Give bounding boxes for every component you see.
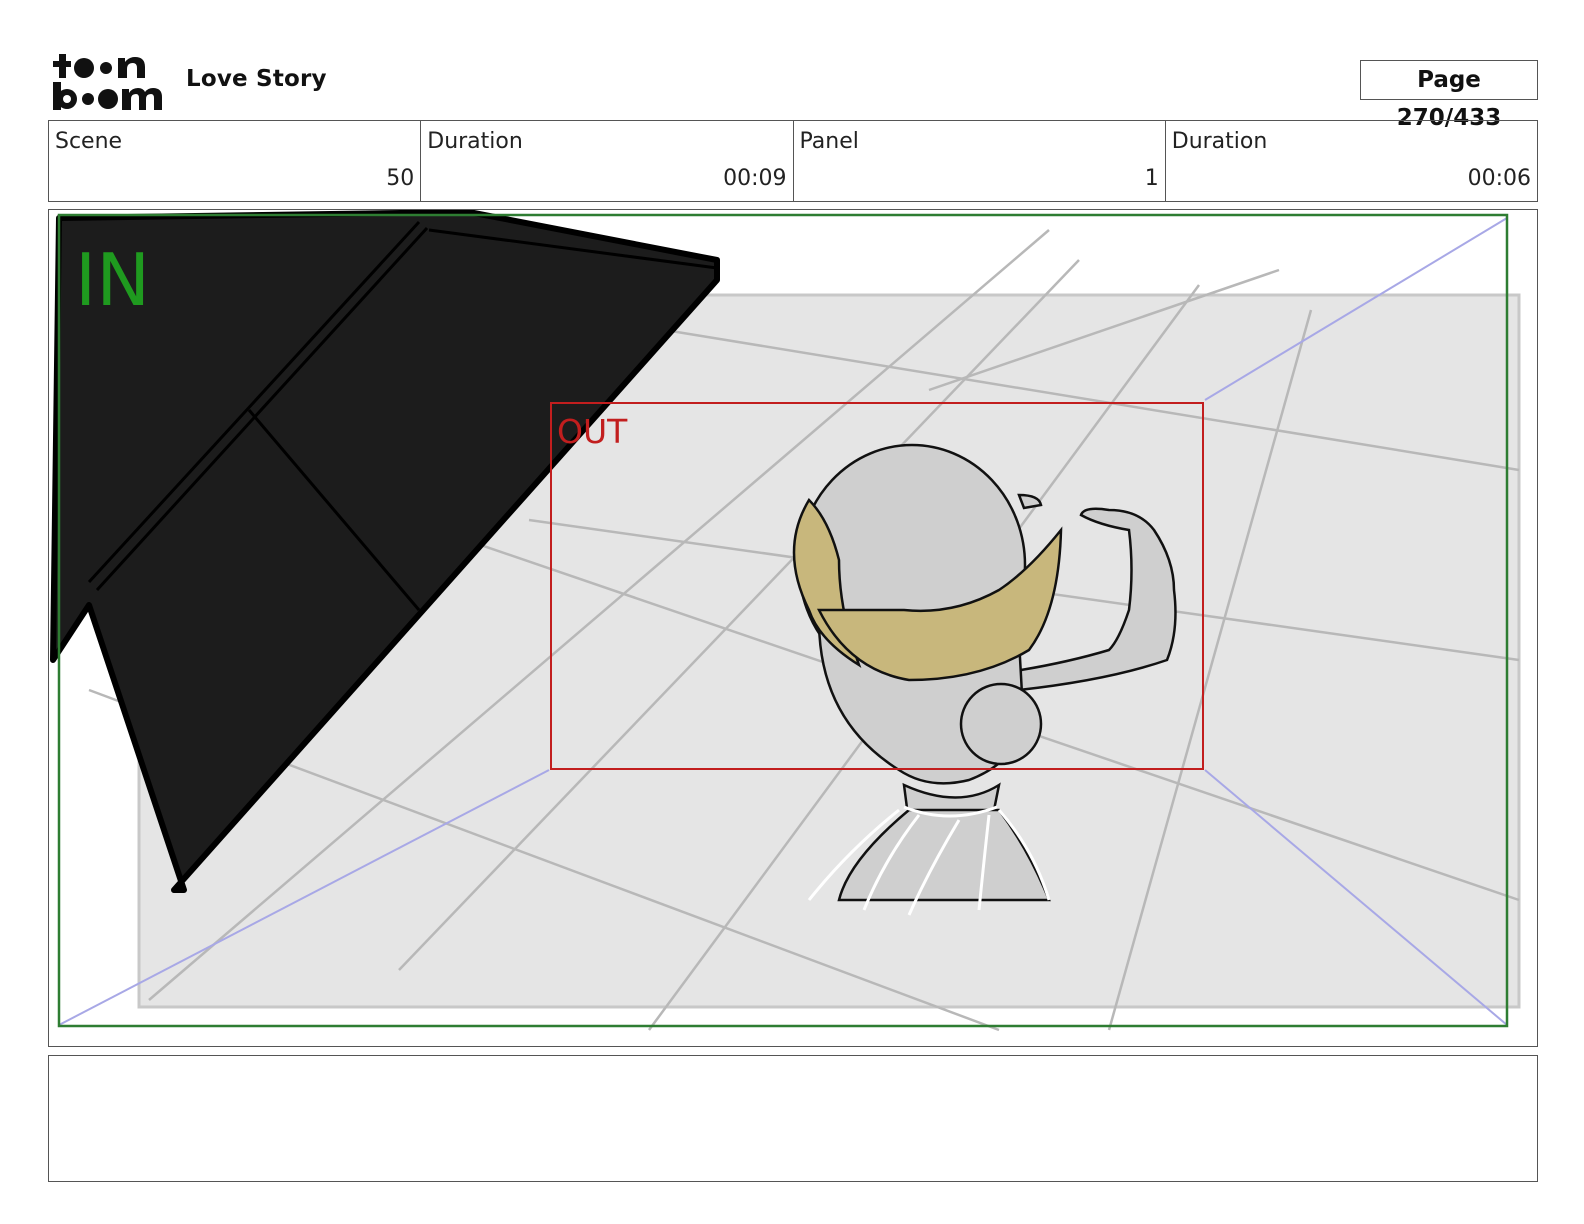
project-title: Love Story bbox=[186, 66, 327, 92]
page-indicator: Page 270/433 bbox=[1360, 60, 1538, 131]
scene-info-table: Scene 50 Duration 00:09 Panel 1 Duration… bbox=[48, 120, 1538, 202]
panel-duration-value: 00:06 bbox=[1467, 166, 1531, 191]
panel-cell: Panel 1 bbox=[794, 121, 1166, 201]
scene-duration-cell: Duration 00:09 bbox=[421, 121, 794, 201]
scene-cell: Scene 50 bbox=[49, 121, 422, 201]
out-label: OUT bbox=[557, 412, 628, 451]
panel-drawing: IN OUT bbox=[50, 210, 1521, 1032]
scene-duration-label: Duration bbox=[427, 129, 523, 154]
scene-duration-value: 00:09 bbox=[723, 166, 787, 191]
panel-duration-cell: Duration 00:06 bbox=[1166, 121, 1537, 201]
toonboom-logo bbox=[53, 54, 162, 110]
panel-duration-label: Duration bbox=[1171, 129, 1268, 154]
panel-notes bbox=[48, 1055, 1538, 1182]
scene-value: 50 bbox=[386, 166, 415, 191]
scene-label: Scene bbox=[55, 129, 123, 154]
panel-label: Panel bbox=[799, 129, 859, 154]
storyboard-panel: IN OUT bbox=[48, 209, 1538, 1047]
in-label: IN bbox=[75, 238, 150, 322]
panel-value: 1 bbox=[1144, 166, 1159, 191]
